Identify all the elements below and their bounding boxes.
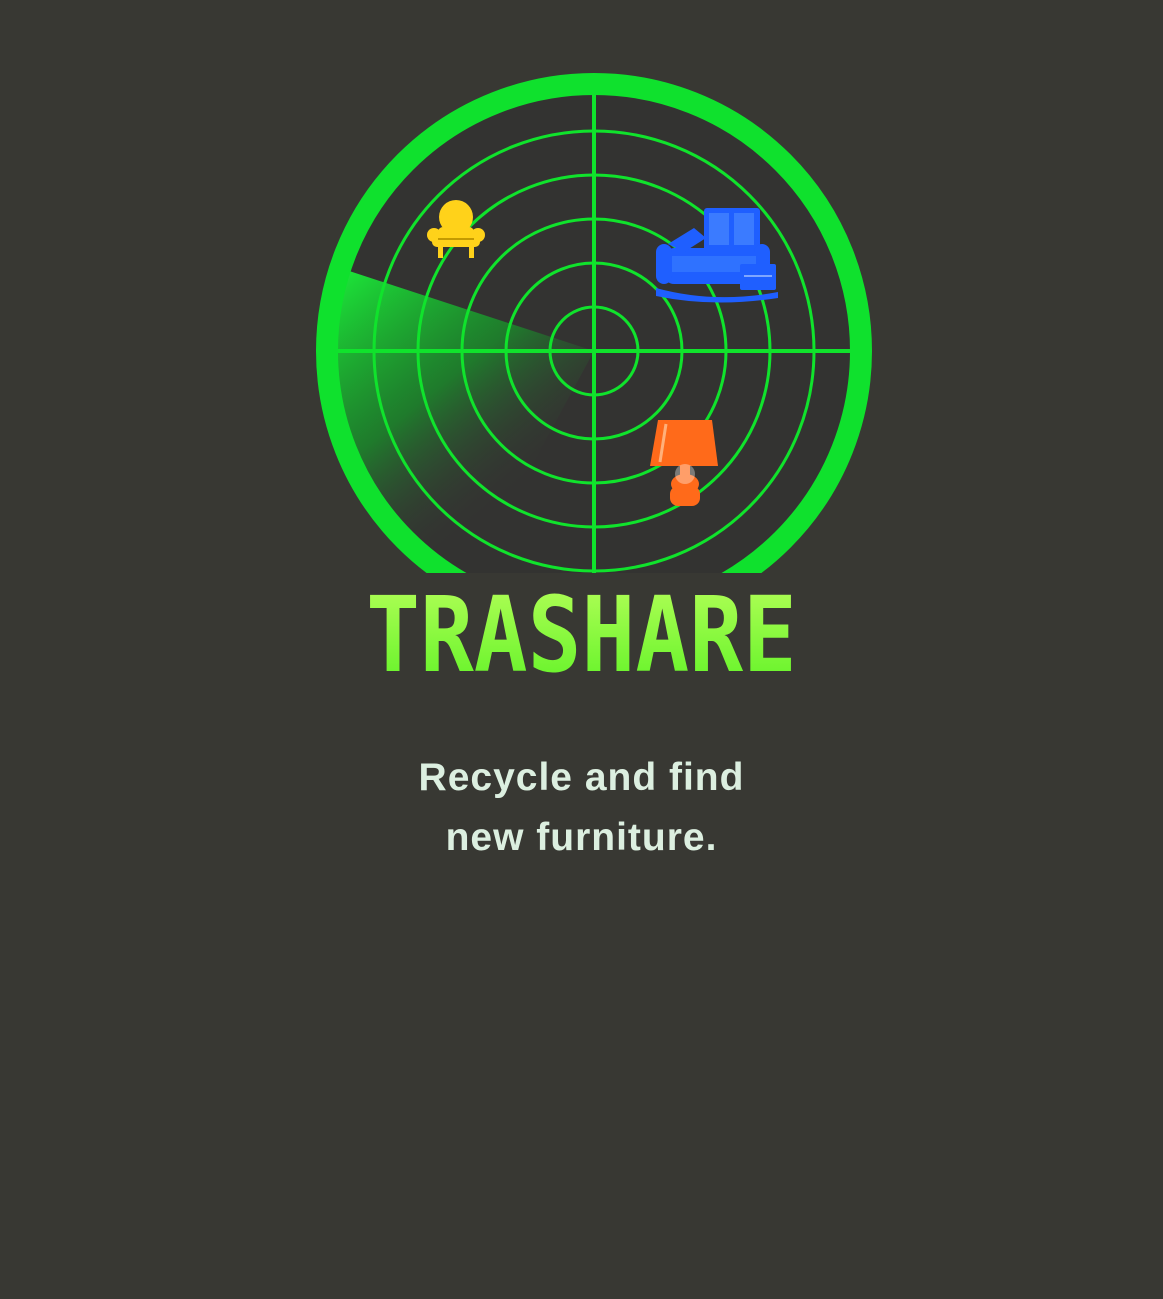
tagline-line-2: new furniture.: [445, 816, 718, 859]
splash-screen: TRASHARE Recycle and find new furniture.: [0, 0, 1163, 1299]
tagline: Recycle and find new furniture.: [0, 748, 1163, 868]
app-title-text: TRASHARE: [366, 574, 797, 696]
radar-graphic: [316, 73, 872, 573]
app-title: TRASHARE: [81, 583, 1081, 687]
tagline-line-1: Recycle and find: [418, 756, 745, 799]
radar-logo: [314, 71, 874, 573]
